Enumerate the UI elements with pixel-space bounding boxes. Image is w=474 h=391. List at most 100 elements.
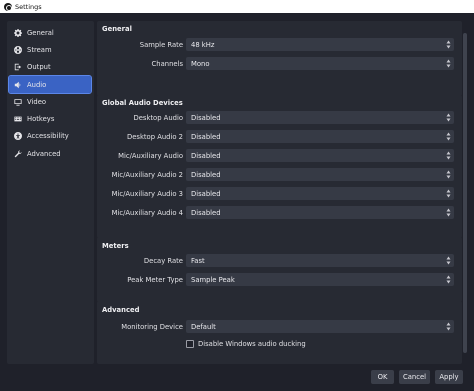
- disable-ducking-label: Disable Windows audio ducking: [198, 340, 306, 348]
- desktop-audio-2-value: Disabled: [191, 132, 221, 141]
- sample-rate-select[interactable]: 48 kHz: [186, 38, 454, 51]
- desktop-audio-select[interactable]: Disabled: [186, 111, 454, 124]
- gear-icon: [13, 28, 22, 37]
- peak-meter-type-label: Peak Meter Type: [127, 276, 183, 284]
- up-down-arrows-icon: [446, 208, 451, 217]
- title-bar: Settings: [0, 0, 474, 13]
- monitoring-device-select[interactable]: Default: [186, 320, 454, 333]
- sample-rate-value: 48 kHz: [191, 40, 215, 49]
- disable-ducking-checkbox[interactable]: [186, 340, 194, 348]
- apply-button[interactable]: Apply: [435, 370, 463, 384]
- monitoring-device-label: Monitoring Device: [121, 323, 183, 331]
- general-group: General Sample Rate 48 kHz Channels Mono: [97, 21, 462, 96]
- up-down-arrows-icon: [446, 151, 451, 160]
- sidebar-item-label: Output: [27, 63, 51, 72]
- mic-aux-audio-2-value: Disabled: [191, 170, 221, 179]
- settings-sidebar: General Stream Output Audio Video Hotkey…: [7, 21, 94, 364]
- sidebar-item-label: Video: [27, 97, 47, 106]
- mic-aux-audio-2-label: Mic/Auxiliary Audio 2: [111, 171, 183, 179]
- sidebar-item-advanced[interactable]: Advanced: [9, 145, 91, 162]
- mic-aux-audio-value: Disabled: [191, 151, 221, 160]
- up-down-arrows-icon: [446, 59, 451, 68]
- ok-button[interactable]: OK: [371, 370, 394, 384]
- up-down-arrows-icon: [446, 40, 451, 49]
- sidebar-item-video[interactable]: Video: [9, 93, 91, 110]
- decay-rate-value: Fast: [191, 256, 205, 265]
- channels-select[interactable]: Mono: [186, 57, 454, 70]
- mic-aux-audio-2-row: Mic/Auxiliary Audio 2 Disabled: [97, 168, 462, 182]
- wrench-icon: [13, 149, 22, 158]
- channels-row: Channels Mono: [97, 57, 462, 71]
- group-title: Global Audio Devices: [102, 99, 183, 107]
- mic-aux-audio-3-value: Disabled: [191, 189, 221, 198]
- mic-aux-audio-label: Mic/Auxiliary Audio: [118, 152, 183, 160]
- up-down-arrows-icon: [446, 189, 451, 198]
- monitoring-device-value: Default: [191, 322, 216, 331]
- sidebar-item-label: Audio: [27, 80, 47, 89]
- mic-aux-audio-4-select[interactable]: Disabled: [186, 206, 454, 219]
- global-audio-devices-group: Global Audio Devices Desktop Audio Disab…: [97, 95, 462, 238]
- sidebar-item-label: Advanced: [27, 149, 61, 158]
- mic-aux-audio-4-row: Mic/Auxiliary Audio 4 Disabled: [97, 206, 462, 220]
- obs-logo-icon: [4, 2, 12, 11]
- channels-label: Channels: [151, 60, 183, 68]
- mic-aux-audio-3-label: Mic/Auxiliary Audio 3: [111, 190, 183, 198]
- decay-rate-label: Decay Rate: [143, 257, 183, 265]
- sidebar-item-general[interactable]: General: [9, 24, 91, 41]
- monitor-icon: [13, 97, 22, 106]
- peak-meter-type-select[interactable]: Sample Peak: [186, 273, 454, 286]
- audio-settings-panel: General Sample Rate 48 kHz Channels Mono…: [97, 21, 462, 364]
- sidebar-item-label: Hotkeys: [27, 115, 55, 124]
- peak-meter-type-row: Peak Meter Type Sample Peak: [97, 273, 462, 287]
- decay-rate-row: Decay Rate Fast: [97, 254, 462, 268]
- mic-aux-audio-3-select[interactable]: Disabled: [186, 187, 454, 200]
- accessibility-icon: [13, 132, 22, 141]
- peak-meter-type-value: Sample Peak: [191, 275, 235, 284]
- window-title: Settings: [15, 2, 42, 11]
- sample-rate-row: Sample Rate 48 kHz: [97, 38, 462, 52]
- globe-icon: [13, 45, 22, 54]
- desktop-audio-value: Disabled: [191, 113, 221, 122]
- advanced-group: Advanced Monitoring Device Default Disab…: [97, 301, 462, 364]
- cancel-button[interactable]: Cancel: [399, 370, 430, 384]
- sidebar-item-audio[interactable]: Audio: [8, 74, 92, 95]
- sidebar-item-accessibility[interactable]: Accessibility: [9, 128, 91, 145]
- up-down-arrows-icon: [446, 113, 451, 122]
- monitoring-device-row: Monitoring Device Default: [97, 320, 462, 334]
- sidebar-item-label: General: [27, 28, 54, 37]
- desktop-audio-2-label: Desktop Audio 2: [127, 133, 183, 141]
- up-down-arrows-icon: [446, 132, 451, 141]
- settings-window: General Stream Output Audio Video Hotkey…: [0, 13, 474, 391]
- sidebar-item-label: Accessibility: [27, 132, 69, 141]
- desktop-audio-2-select[interactable]: Disabled: [186, 130, 454, 143]
- mic-aux-audio-4-label: Mic/Auxiliary Audio 4: [111, 209, 183, 217]
- mic-aux-audio-4-value: Disabled: [191, 208, 221, 217]
- desktop-audio-2-row: Desktop Audio 2 Disabled: [97, 130, 462, 144]
- group-title: General: [102, 25, 132, 33]
- up-down-arrows-icon: [446, 322, 451, 331]
- sample-rate-label: Sample Rate: [139, 41, 183, 49]
- vertical-scrollbar[interactable]: [462, 21, 468, 364]
- sidebar-item-label: Stream: [27, 45, 52, 54]
- scrollbar-thumb[interactable]: [463, 33, 467, 353]
- desktop-audio-label: Desktop Audio: [133, 114, 183, 122]
- mic-aux-audio-3-row: Mic/Auxiliary Audio 3 Disabled: [97, 187, 462, 201]
- sidebar-item-hotkeys[interactable]: Hotkeys: [9, 110, 91, 127]
- group-title: Meters: [102, 242, 129, 250]
- mic-aux-audio-row: Mic/Auxiliary Audio Disabled: [97, 149, 462, 163]
- output-icon: [13, 63, 22, 72]
- disable-ducking-option[interactable]: Disable Windows audio ducking: [186, 338, 306, 350]
- mic-aux-audio-2-select[interactable]: Disabled: [186, 168, 454, 181]
- keyboard-icon: [13, 115, 22, 124]
- decay-rate-select[interactable]: Fast: [186, 254, 454, 267]
- up-down-arrows-icon: [446, 170, 451, 179]
- sidebar-item-output[interactable]: Output: [9, 59, 91, 76]
- sidebar-item-stream[interactable]: Stream: [9, 41, 91, 58]
- up-down-arrows-icon: [446, 275, 451, 284]
- desktop-audio-row: Desktop Audio Disabled: [97, 111, 462, 125]
- group-title: Advanced: [102, 306, 140, 314]
- up-down-arrows-icon: [446, 256, 451, 265]
- channels-value: Mono: [191, 59, 210, 68]
- mic-aux-audio-select[interactable]: Disabled: [186, 149, 454, 162]
- speaker-icon: [13, 80, 22, 89]
